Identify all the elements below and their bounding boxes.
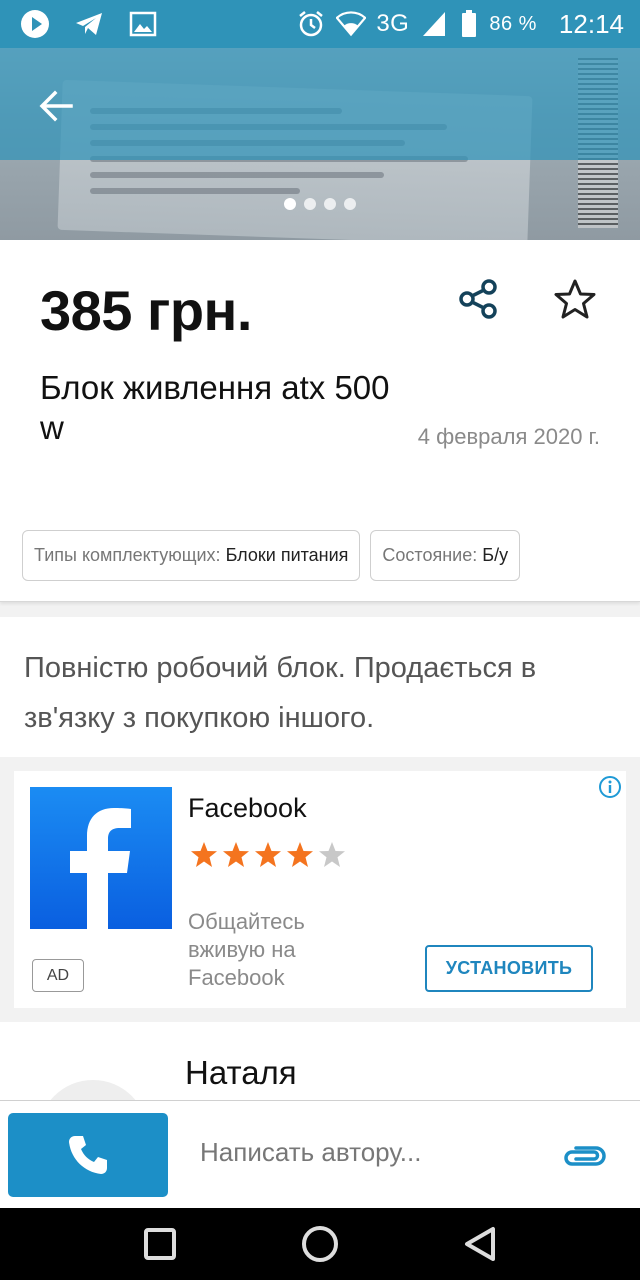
gallery-dot[interactable] [324, 198, 336, 210]
listing-date: 4 февраля 2020 г. [417, 424, 600, 449]
avatar[interactable] [38, 1080, 148, 1102]
triangle-back-icon [465, 1227, 495, 1261]
call-button[interactable] [8, 1113, 168, 1197]
square-icon [144, 1228, 176, 1260]
listing-card: 385 грн. Блок живлення atx 500 w 4 февра… [0, 240, 640, 602]
circle-icon [302, 1226, 338, 1262]
battery-level: 86 % [489, 12, 537, 35]
battery-icon [459, 9, 479, 39]
system-back-button[interactable] [456, 1220, 504, 1268]
status-bar: 3G 86 % 12:14 [0, 0, 640, 48]
ad-banner[interactable]: AD Facebook Общайтесь вживую на Facebook… [14, 771, 626, 1008]
params-list: Типы комплектующих: Блоки питания Состоя… [22, 530, 521, 581]
recent-apps-button[interactable] [136, 1220, 184, 1268]
clock: 12:14 [558, 8, 624, 39]
image-icon [128, 9, 158, 39]
toolbar-overlay [0, 48, 640, 160]
facebook-logo-icon [30, 787, 172, 929]
phone-icon [69, 1136, 107, 1174]
play-icon [20, 9, 50, 39]
gallery-dot[interactable] [284, 198, 296, 210]
star-filled-icon [255, 842, 281, 867]
seller-name: Наталя [185, 1054, 297, 1091]
param-value: Б/у [482, 545, 509, 565]
favorite-button[interactable] [550, 274, 600, 324]
param-key: Состояние: [382, 545, 478, 565]
ad-badge: AD [32, 959, 84, 992]
description-card: Повністю робочий блок. Продається в зв'я… [0, 617, 640, 757]
signal-icon [419, 9, 449, 39]
home-button[interactable] [296, 1220, 344, 1268]
gallery-indicator [284, 198, 356, 210]
paperclip-icon [564, 1146, 606, 1166]
info-icon[interactable] [598, 775, 622, 799]
star-filled-icon [191, 842, 217, 867]
star-empty-icon [319, 842, 345, 867]
system-nav-bar [0, 1208, 640, 1280]
param-value: Блоки питания [225, 545, 349, 565]
listing-title: Блок живлення atx 500 w [40, 369, 390, 446]
gallery-dot[interactable] [344, 198, 356, 210]
param-chip[interactable]: Типы комплектующих: Блоки питания [22, 530, 361, 581]
star-filled-icon [223, 842, 249, 867]
attach-button[interactable] [558, 1129, 610, 1181]
share-icon [459, 279, 497, 319]
rating-stars [190, 841, 346, 868]
description-text: Повністю робочий блок. Продається в зв'я… [24, 652, 537, 734]
star-outline-icon [554, 279, 596, 319]
photo-gallery[interactable] [0, 48, 640, 240]
telegram-icon [74, 9, 104, 39]
seller-card[interactable]: Наталя [0, 1022, 640, 1102]
param-chip[interactable]: Состояние: Б/у [370, 530, 521, 581]
message-input[interactable]: Написать автору... [200, 1137, 421, 1168]
back-button[interactable] [30, 80, 82, 132]
ad-title: Facebook [188, 793, 307, 823]
star-filled-icon [287, 842, 313, 867]
ad-text: Общайтесь вживую на Facebook [188, 909, 305, 990]
install-button[interactable]: УСТАНОВИТЬ [425, 945, 593, 992]
arrow-left-icon [39, 90, 73, 122]
price: 385 грн. [40, 279, 252, 342]
gallery-dot[interactable] [304, 198, 316, 210]
share-button[interactable] [454, 274, 504, 324]
param-key: Типы комплектующих: [34, 545, 221, 565]
wifi-icon [336, 9, 367, 39]
network-type: 3G [376, 10, 410, 37]
contact-bar: Написать автору... [0, 1100, 640, 1208]
alarm-icon [296, 9, 326, 39]
